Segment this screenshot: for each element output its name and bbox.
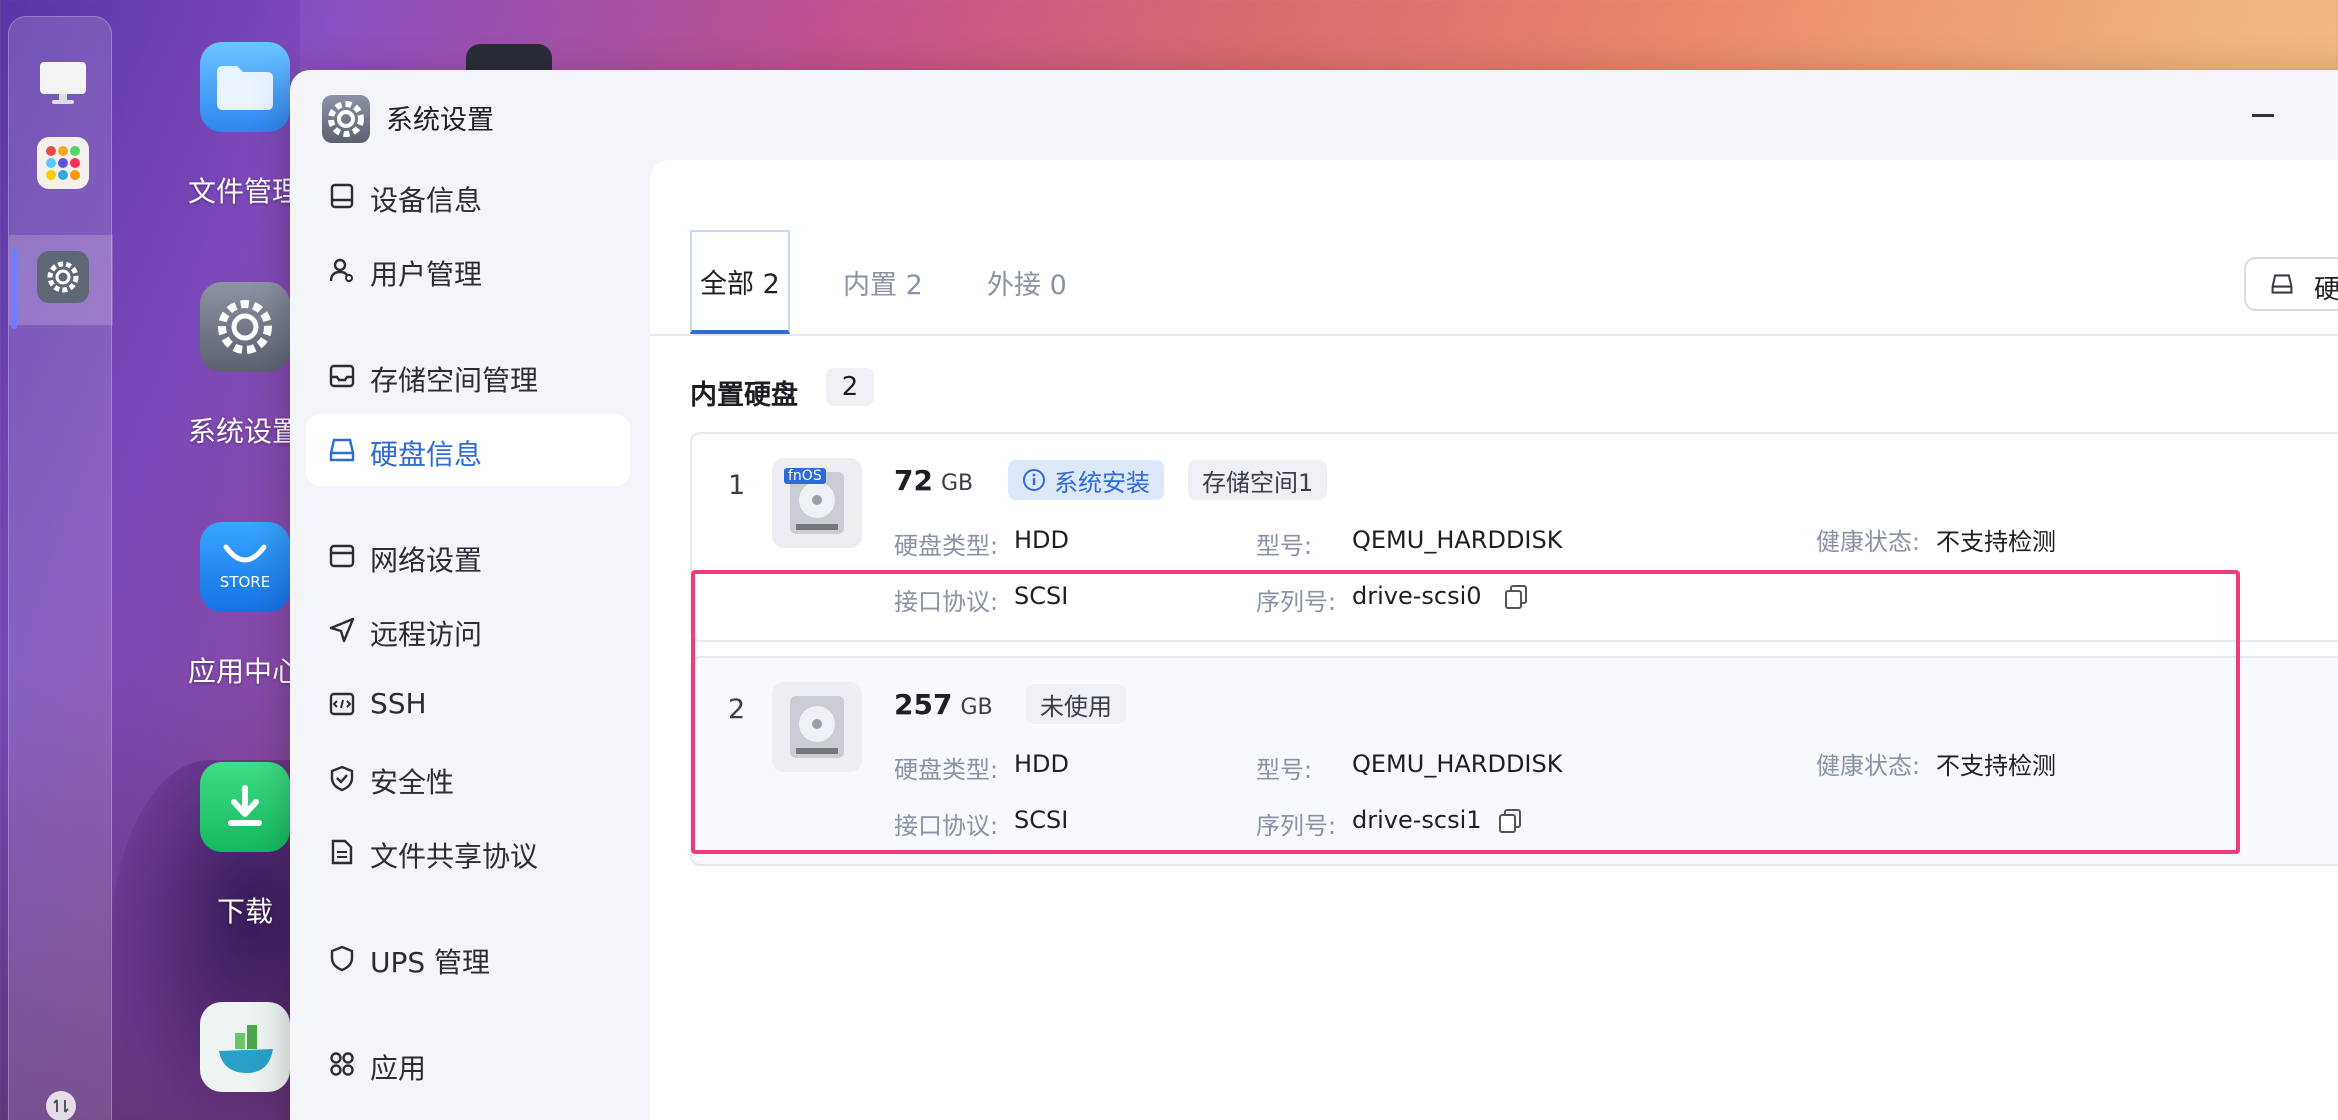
desktop-label-app-center[interactable]: 应用中心 [188, 650, 300, 690]
user-icon [329, 258, 353, 282]
sidebar-item-ups[interactable]: UPS 管理 [306, 922, 630, 994]
sidebar-item-security[interactable]: 安全性 [306, 742, 630, 814]
settings-gear-icon[interactable] [37, 251, 89, 303]
monitor-icon[interactable] [37, 57, 89, 109]
sidebar-item-ssh[interactable]: SSH [306, 668, 630, 740]
sidebar-label: 网络设置 [370, 544, 483, 577]
sidebar-label: 文件共享协议 [370, 840, 539, 873]
disk-type-value: HDD [1014, 526, 1070, 554]
model-label: 型号: [1256, 532, 1313, 560]
sidebar-item-apps[interactable]: 应用 [306, 1028, 630, 1100]
sidebar-label: 安全性 [370, 766, 455, 799]
sidebar-label: SSH [370, 687, 427, 720]
sidebar-item-file-sharing[interactable]: 文件共享协议 [306, 816, 630, 888]
store-badge: STORE [219, 573, 271, 591]
hard-disk-icon: fnOS [772, 458, 862, 548]
sidebar-label: 存储空间管理 [370, 364, 539, 397]
desktop-label-download[interactable]: 下载 [217, 890, 273, 930]
disk-action-button[interactable]: 硬 [2244, 257, 2338, 311]
section-count-badge: 2 [826, 368, 874, 406]
fnos-logo: fnOS [784, 468, 826, 484]
apps-icon [330, 1052, 354, 1076]
window-titlebar: 系统设置 [290, 70, 2338, 160]
send-icon [329, 617, 355, 643]
health-value: 不支持检测 [1936, 528, 2056, 556]
switch-icon[interactable] [46, 1091, 76, 1120]
sidebar-label: UPS 管理 [370, 946, 491, 979]
disk-action-label: 硬 [2314, 275, 2338, 305]
desktop-label-system-settings[interactable]: 系统设置 [188, 410, 300, 450]
system-settings-icon[interactable] [200, 282, 290, 372]
desktop-label-file-manager[interactable]: 文件管理 [188, 170, 300, 210]
disk-index: 1 [728, 470, 746, 501]
health-label: 健康状态: [1816, 528, 1921, 556]
download-icon[interactable] [200, 762, 290, 852]
sidebar-label: 设备信息 [370, 184, 483, 217]
dock-active-indicator [11, 249, 17, 329]
code-icon [329, 692, 355, 716]
disk-tabs: 全部 2 内置 2 外接 0 [690, 160, 2338, 334]
document-icon [331, 839, 353, 865]
disk-size: 72 GB [894, 464, 974, 497]
window-title: 系统设置 [386, 105, 494, 136]
shield-check-icon [330, 765, 354, 792]
disk-icon [2271, 274, 2293, 294]
app-launcher-icon[interactable] [37, 137, 89, 189]
sidebar-label: 远程访问 [370, 618, 483, 651]
sidebar-item-disk-info[interactable]: 硬盘信息 [306, 414, 630, 486]
sidebar-item-device-info[interactable]: 设备信息 [306, 160, 630, 232]
tabs-divider [650, 334, 2338, 336]
sidebar-label: 硬盘信息 [370, 438, 483, 471]
section-title: 内置硬盘 [690, 380, 798, 411]
tab-internal[interactable]: 内置 2 [843, 230, 923, 334]
sidebar-item-storage[interactable]: 存储空间管理 [306, 340, 630, 412]
disk-icon [329, 438, 355, 462]
sidebar-label: 用户管理 [370, 258, 483, 291]
storage-pool-tag: 存储空间1 [1188, 460, 1328, 500]
system-install-tag: 系统安装 [1008, 460, 1164, 500]
app-store-icon[interactable]: STORE [200, 522, 290, 612]
highlight-box [691, 570, 2240, 854]
sidebar-label: 应用 [370, 1052, 427, 1085]
dock [8, 16, 113, 1120]
sidebar-item-network[interactable]: 网络设置 [306, 520, 630, 592]
info-icon [1023, 469, 1045, 491]
disk-type-label: 硬盘类型: [894, 532, 999, 560]
device-icon [330, 183, 354, 209]
tab-external[interactable]: 外接 0 [987, 230, 1067, 334]
sidebar-item-remote-access[interactable]: 远程访问 [306, 594, 630, 666]
folder-icon[interactable] [200, 42, 290, 132]
network-icon [329, 544, 355, 568]
settings-sidebar: 设备信息 用户管理 存储空间管理 硬盘信息 网络设置 远程访问 SSH 安全性 [290, 160, 650, 1120]
storage-icon [329, 364, 355, 388]
tab-all[interactable]: 全部 2 [690, 230, 790, 334]
docker-whale-icon[interactable] [200, 1002, 290, 1092]
minimize-button[interactable] [2252, 114, 2274, 117]
model-value: QEMU_HARDDISK [1352, 526, 1563, 554]
window-settings-icon [322, 95, 370, 143]
sidebar-item-user-management[interactable]: 用户管理 [306, 234, 630, 306]
shield-icon [330, 945, 354, 972]
